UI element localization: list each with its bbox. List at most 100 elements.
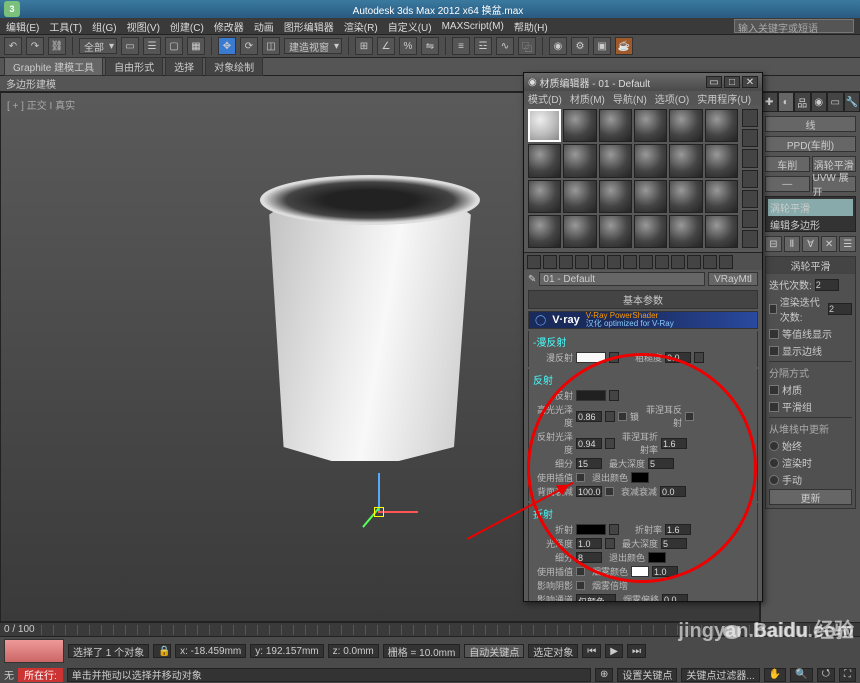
hgloss-map-button[interactable] — [605, 411, 615, 422]
curve-editor-icon[interactable]: ∿ — [496, 37, 514, 55]
menu-grapheditors[interactable]: 图形编辑器 — [284, 19, 334, 34]
menu-rendering[interactable]: 渲染(R) — [344, 19, 378, 34]
me-side-backlight-icon[interactable] — [742, 129, 758, 147]
stack-unique-icon[interactable]: ∀ — [802, 236, 819, 252]
min-button[interactable]: ▭ — [706, 76, 722, 88]
lock-selection-icon[interactable]: 🔒 — [153, 644, 171, 658]
menu-maxscript[interactable]: MAXScript(M) — [442, 21, 504, 32]
me-unique-icon[interactable] — [607, 255, 621, 269]
rad-always[interactable] — [769, 441, 779, 451]
me-menu-nav[interactable]: 导航(N) — [613, 91, 647, 106]
nav-pan-icon[interactable]: ✋ — [764, 668, 786, 682]
schematic-icon[interactable]: ⿻ — [518, 37, 536, 55]
mat-slot[interactable] — [599, 144, 632, 177]
coord-y[interactable]: y: 192.157mm — [250, 644, 323, 658]
mod-btn-uvw[interactable]: UVW 展开 — [812, 176, 857, 192]
mat-slot[interactable] — [599, 180, 632, 213]
chk-edgeline[interactable] — [769, 346, 779, 356]
me-side-slot-icon[interactable] — [742, 230, 758, 248]
window-crossing-icon[interactable]: ▦ — [187, 37, 205, 55]
refl-interp-chk[interactable] — [576, 473, 585, 482]
refr-gloss-spinner[interactable]: 1.0 — [576, 538, 602, 549]
mat-slot[interactable] — [634, 144, 667, 177]
render-frame-icon[interactable]: ▣ — [593, 37, 611, 55]
refl-subdiv-spinner[interactable]: 15 — [576, 458, 602, 469]
ribbon-tab-selection[interactable]: 选择 — [165, 57, 203, 76]
cmd-tab-utilities-icon[interactable]: 🔧 — [844, 92, 860, 112]
cmd-tab-modify-icon[interactable]: ◐ — [778, 92, 795, 112]
autokey-button[interactable]: 自动关键点 — [464, 644, 524, 658]
menu-modifiers[interactable]: 修改器 — [214, 19, 244, 34]
refract-swatch[interactable] — [576, 524, 606, 535]
select-name-icon[interactable]: ☰ — [143, 37, 161, 55]
refr-exit-swatch[interactable] — [648, 552, 666, 563]
me-menu-options[interactable]: 选项(O) — [655, 91, 689, 106]
me-menu-material[interactable]: 材质(M) — [570, 91, 605, 106]
diffuse-swatch[interactable] — [576, 352, 606, 363]
me-side-bg-icon[interactable] — [742, 149, 758, 167]
stack-config-icon[interactable]: ☰ — [839, 236, 856, 252]
rgloss-map-button[interactable] — [605, 438, 615, 449]
material-editor-icon[interactable]: ◉ — [549, 37, 567, 55]
hilight-gloss-spinner[interactable]: 0.86 — [576, 411, 602, 422]
roughness-map-button[interactable] — [694, 352, 704, 363]
me-put-icon[interactable] — [543, 255, 557, 269]
me-parent-icon[interactable] — [687, 255, 701, 269]
align-icon[interactable]: ≡ — [452, 37, 470, 55]
matedit-titlebar[interactable]: ◉ 材质编辑器 - 01 - Default ▭ □ ✕ — [524, 73, 762, 91]
refcoord-dropdown[interactable]: 建造视窗 — [284, 38, 342, 54]
me-menu-modes[interactable]: 模式(D) — [528, 91, 562, 106]
max-button[interactable]: □ — [724, 76, 740, 88]
me-side-opt-icon[interactable] — [742, 210, 758, 228]
play-icon[interactable]: ▶ — [605, 644, 623, 658]
refr-maxdepth-spinner[interactable]: 5 — [661, 538, 687, 549]
me-get-icon[interactable] — [527, 255, 541, 269]
cmd-tab-hierarchy-icon[interactable]: 品 — [794, 92, 811, 112]
chk-isoline[interactable] — [769, 329, 779, 339]
refr-subdiv-spinner[interactable]: 8 — [576, 552, 602, 563]
lock-chk[interactable] — [618, 412, 627, 421]
menu-group[interactable]: 组(G) — [92, 19, 116, 34]
setkey-button[interactable]: 设置关键点 — [617, 668, 677, 682]
redo-icon[interactable]: ↷ — [26, 37, 44, 55]
refrgloss-map-button[interactable] — [605, 538, 615, 549]
cmd-tab-display-icon[interactable]: ▭ — [827, 92, 844, 112]
mat-slot[interactable] — [669, 180, 702, 213]
menu-views[interactable]: 视图(V) — [127, 19, 160, 34]
refl-gloss-spinner[interactable]: 0.94 — [576, 438, 602, 449]
me-assign-icon[interactable] — [559, 255, 573, 269]
dim-falloff-spinner[interactable]: 0.0 — [660, 486, 686, 497]
cmd-tab-create-icon[interactable]: ✚ — [761, 92, 778, 112]
eyedropper-icon[interactable]: ✎ — [528, 274, 536, 285]
me-puttolib-icon[interactable] — [623, 255, 637, 269]
menu-animation[interactable]: 动画 — [254, 19, 274, 34]
me-show-icon[interactable] — [655, 255, 669, 269]
me-reset-icon[interactable] — [575, 255, 589, 269]
add-timetag-icon[interactable]: ⊕ — [595, 668, 613, 682]
menu-edit[interactable]: 编辑(E) — [6, 19, 39, 34]
location-button[interactable]: 所在行: — [18, 668, 63, 682]
fresnel-ior-spinner[interactable]: 1.6 — [661, 438, 687, 449]
play-prev-icon[interactable]: ⏮ — [582, 644, 601, 658]
diffuse-map-button[interactable] — [609, 352, 619, 363]
modifier-stack[interactable]: 涡轮平滑 编辑多边形 — [765, 196, 856, 232]
mat-slot[interactable] — [599, 215, 632, 248]
me-id-icon[interactable] — [639, 255, 653, 269]
ior-spinner[interactable]: 1.6 — [665, 524, 691, 535]
viewport-label[interactable]: [ + ] 正交 I 真实 — [7, 97, 75, 112]
mat-slot[interactable] — [669, 215, 702, 248]
modifier-list-dropdown[interactable]: 线 — [765, 116, 856, 132]
refract-map-button[interactable] — [609, 524, 619, 535]
mod-btn-lathe[interactable]: 车削 — [765, 156, 810, 172]
menu-tools[interactable]: 工具(T) — [49, 19, 82, 34]
ribbon-tab-freeform[interactable]: 自由形式 — [105, 57, 163, 76]
rollout-basic-params[interactable]: 基本参数 — [528, 290, 758, 309]
me-copy-icon[interactable] — [591, 255, 605, 269]
mat-slot[interactable] — [669, 144, 702, 177]
nav-max-icon[interactable]: ⛶ — [839, 668, 856, 682]
mat-slot[interactable] — [634, 215, 667, 248]
mat-slot[interactable] — [599, 109, 632, 142]
material-name-field[interactable]: 01 - Default — [539, 272, 705, 286]
me-pick-icon[interactable] — [719, 255, 733, 269]
render-setup-icon[interactable]: ⚙ — [571, 37, 589, 55]
